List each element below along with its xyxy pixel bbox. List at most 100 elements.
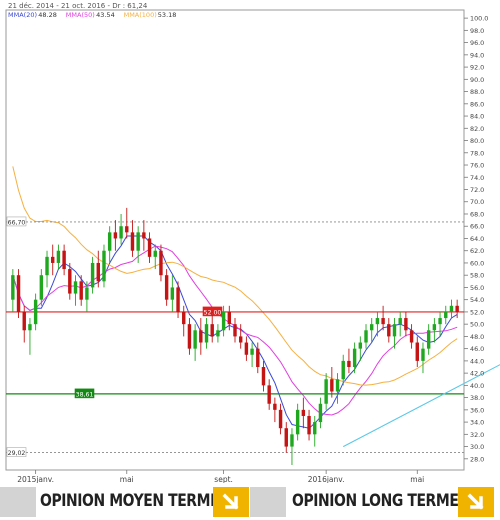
candle-body bbox=[238, 336, 243, 343]
candle-body bbox=[170, 287, 175, 300]
y-tick-label: 76.0 bbox=[470, 162, 484, 170]
candle-body bbox=[113, 232, 118, 239]
candle-body bbox=[381, 318, 385, 325]
candle-body bbox=[392, 324, 397, 337]
candle-body bbox=[295, 409, 300, 435]
candle-body bbox=[90, 262, 95, 288]
candle-body bbox=[387, 324, 391, 337]
candle-body bbox=[199, 330, 203, 343]
candle-body bbox=[267, 385, 271, 404]
legend-label: MMA(20) bbox=[8, 11, 37, 19]
y-tick-label: 70.0 bbox=[470, 198, 484, 206]
candle-body bbox=[284, 428, 288, 447]
arrow-down-right-icon bbox=[458, 487, 494, 517]
candle-body bbox=[62, 250, 66, 270]
candle-body bbox=[33, 299, 38, 325]
y-tick-label: 88.0 bbox=[470, 88, 484, 96]
candle-body bbox=[187, 324, 192, 349]
y-tick-label: 60.0 bbox=[470, 259, 484, 267]
candle-body bbox=[330, 379, 334, 392]
y-tick-label: 94.0 bbox=[470, 51, 484, 59]
candle-body bbox=[159, 250, 163, 276]
candle-body bbox=[39, 275, 44, 300]
indicator-legend: MMA(20) 48.28 MMA(50) 43.54 MMA(100) 53.18 bbox=[8, 11, 176, 19]
candle-body bbox=[28, 324, 32, 331]
candle-body bbox=[147, 238, 152, 257]
candle-body bbox=[79, 281, 83, 300]
candle-body bbox=[335, 379, 340, 392]
opinion-medium-term-label: OPINION MOYEN TERME bbox=[40, 491, 220, 511]
x-tick-label: sept. bbox=[214, 475, 233, 483]
y-tick-label: 44.0 bbox=[470, 357, 484, 365]
opinion-long-term-label: OPINION LONG TERME bbox=[292, 491, 459, 511]
chart-header: 21 déc. 2014 - 21 oct. 2016 - Dr : 61,24 bbox=[8, 2, 148, 10]
divider-strip bbox=[0, 487, 36, 517]
candle-body bbox=[261, 367, 266, 386]
candle-body bbox=[164, 275, 169, 300]
candle-body bbox=[324, 379, 328, 404]
candle-body bbox=[352, 348, 357, 368]
y-tick-label: 68.0 bbox=[470, 210, 484, 218]
candle-body bbox=[216, 330, 220, 337]
y-tick-label: 38.0 bbox=[470, 394, 484, 402]
candle-body bbox=[301, 409, 306, 416]
y-tick-label: 36.0 bbox=[470, 406, 484, 414]
y-tick-label: 96.0 bbox=[470, 39, 484, 47]
candle-body bbox=[176, 287, 180, 312]
candle-body bbox=[130, 232, 135, 251]
candle-body bbox=[318, 403, 323, 423]
y-tick-label: 42.0 bbox=[470, 370, 484, 378]
candle-body bbox=[153, 250, 157, 257]
candle-body bbox=[432, 324, 437, 331]
candle-body bbox=[227, 311, 232, 325]
candle-body bbox=[204, 324, 209, 343]
candle-body bbox=[273, 403, 277, 410]
y-tick-label: 58.0 bbox=[470, 272, 484, 280]
candle-body bbox=[375, 318, 380, 325]
candle-body bbox=[73, 281, 78, 294]
candle-body bbox=[444, 311, 448, 319]
arrow-down-right-icon bbox=[213, 487, 249, 517]
legend-value: 48.28 bbox=[38, 11, 57, 19]
x-tick-label: mai bbox=[120, 475, 134, 483]
candle-body bbox=[426, 330, 431, 349]
chart-canvas: 66,7052,0038,6129,02 28.030.032.034.036.… bbox=[5, 2, 500, 483]
candle-body bbox=[22, 311, 26, 331]
candle-body bbox=[96, 262, 100, 282]
candle-body bbox=[364, 330, 368, 343]
legend-label: MMA(100) bbox=[124, 11, 157, 19]
candle-body bbox=[307, 415, 311, 435]
y-tick-label: 86.0 bbox=[470, 100, 484, 108]
y-tick-label: 80.0 bbox=[470, 137, 484, 145]
candle-body bbox=[398, 318, 402, 325]
candle-body bbox=[409, 330, 414, 343]
candle-body bbox=[85, 287, 89, 300]
x-tick-label: 2016janv. bbox=[308, 475, 345, 483]
divider-strip bbox=[250, 487, 286, 517]
y-tick-label: 48.0 bbox=[470, 333, 484, 341]
y-tick-label: 82.0 bbox=[470, 125, 484, 133]
candle-body bbox=[102, 250, 106, 282]
y-tick-label: 66.0 bbox=[470, 223, 484, 231]
candle-body bbox=[233, 324, 237, 337]
candle-body bbox=[358, 342, 363, 349]
level-label: 29,02 bbox=[8, 450, 26, 457]
y-tick-label: 32.0 bbox=[470, 431, 484, 439]
candle-body bbox=[256, 348, 260, 368]
candle-body bbox=[370, 324, 374, 331]
opinion-long-term-button[interactable]: OPINION LONG TERME bbox=[250, 483, 500, 519]
candle-body bbox=[45, 256, 49, 276]
candle-body bbox=[56, 250, 61, 263]
opinion-medium-term-button[interactable]: OPINION MOYEN TERME bbox=[0, 483, 250, 519]
y-tick-label: 62.0 bbox=[470, 247, 484, 255]
candle-body bbox=[341, 360, 345, 380]
price-chart: 66,7052,0038,6129,02 28.030.032.034.036.… bbox=[0, 0, 500, 483]
candle-body bbox=[347, 360, 351, 368]
candle-body bbox=[449, 305, 454, 312]
y-tick-label: 28.0 bbox=[470, 455, 484, 463]
x-tick-label: 2015janv. bbox=[17, 475, 54, 483]
y-tick-label: 46.0 bbox=[470, 345, 484, 353]
legend-value: 43.54 bbox=[96, 11, 115, 19]
candle-body bbox=[51, 256, 55, 263]
y-tick-label: 78.0 bbox=[470, 149, 484, 157]
